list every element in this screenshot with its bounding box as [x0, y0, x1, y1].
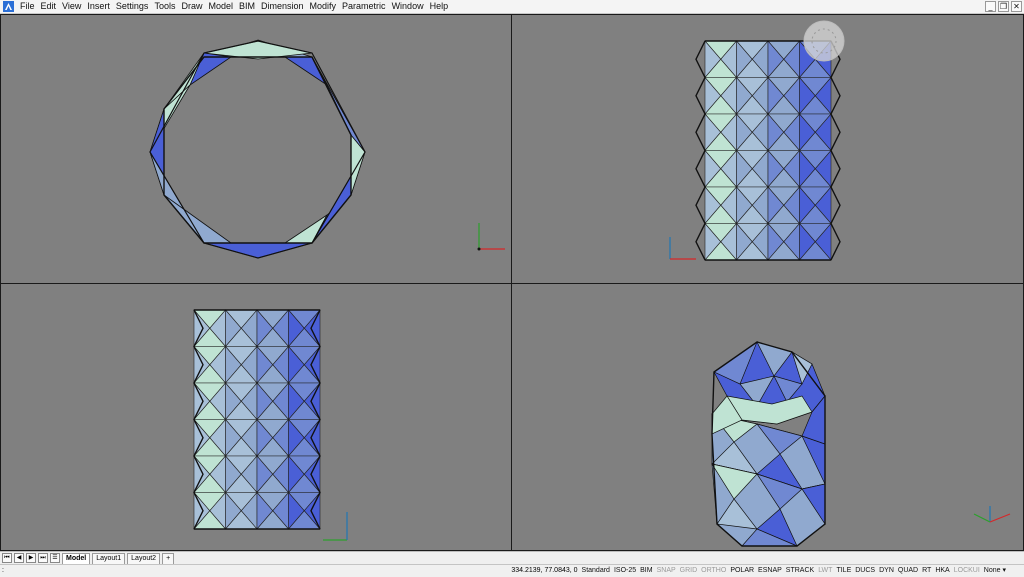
left-view-drawing: [193, 309, 348, 541]
menu-dimension[interactable]: Dimension: [258, 0, 307, 13]
status-toggle-snap[interactable]: SNAP: [657, 565, 676, 577]
menu-insert[interactable]: Insert: [84, 0, 113, 13]
tab-layout1[interactable]: Layout1: [92, 552, 126, 564]
coordinates-readout: 334.2139, 77.0843, 0: [511, 567, 578, 574]
ucs-icon: [973, 506, 1011, 523]
status-bar: : 334.2139, 77.0843, 0 Standard ISO-25 BIM…: [0, 564, 1024, 577]
status-toggle-tile[interactable]: TILE: [836, 565, 851, 577]
first-tab-button[interactable]: ⏮: [2, 553, 12, 563]
next-tab-button[interactable]: ▶: [26, 553, 36, 563]
status-toggle-strack[interactable]: STRACK: [786, 565, 814, 577]
viewport-left[interactable]: [0, 283, 512, 551]
top-view-drawing: [149, 39, 505, 259]
minimize-button[interactable]: _: [985, 1, 996, 12]
close-button[interactable]: ✕: [1011, 1, 1022, 12]
top-outer-outline: [149, 40, 366, 259]
left-mesh: [193, 309, 321, 530]
navigation-wheel-icon[interactable]: [803, 20, 845, 62]
viewport-top[interactable]: [0, 14, 512, 284]
status-toggle-lwt[interactable]: LWT: [818, 565, 832, 577]
status-toggle-standard[interactable]: Standard: [582, 565, 610, 577]
menu-file[interactable]: File: [17, 0, 38, 13]
tab-model[interactable]: Model: [62, 552, 91, 564]
menu-modify[interactable]: Modify: [307, 0, 340, 13]
status-toggle-ortho[interactable]: ORTHO: [701, 565, 726, 577]
drawing-area[interactable]: [0, 14, 1024, 551]
viewport-iso[interactable]: [511, 283, 1024, 551]
status-toggle-esnap[interactable]: ESNAP: [758, 565, 782, 577]
app-logo-icon[interactable]: [3, 1, 14, 12]
menu-help[interactable]: Help: [427, 0, 452, 13]
menu-settings[interactable]: Settings: [113, 0, 152, 13]
status-toggle-bim[interactable]: BIM: [640, 565, 652, 577]
iso-view-drawing: [711, 341, 1011, 547]
tab-layout2[interactable]: Layout2: [127, 552, 161, 564]
prev-tab-button[interactable]: ◀: [14, 553, 24, 563]
menu-draw[interactable]: Draw: [178, 0, 205, 13]
status-toggle-iso25[interactable]: ISO-25: [614, 565, 636, 577]
window-controls: _ ❐ ✕: [985, 0, 1022, 13]
menu-edit[interactable]: Edit: [38, 0, 60, 13]
menu-parametric[interactable]: Parametric: [339, 0, 389, 13]
menu-window[interactable]: Window: [389, 0, 427, 13]
status-toggle-grid[interactable]: GRID: [680, 565, 698, 577]
status-toggle-rt[interactable]: RT: [922, 565, 931, 577]
status-toggles: 334.2139, 77.0843, 0 Standard ISO-25 BIM SN…: [511, 565, 1006, 577]
ucs-icon: [477, 223, 505, 251]
tab-list-button[interactable]: ☰: [50, 553, 60, 563]
restore-button[interactable]: ❐: [998, 1, 1009, 12]
front-mesh: [695, 40, 841, 261]
top-facet: [203, 242, 313, 259]
menu-model[interactable]: Model: [205, 0, 236, 13]
menu-bar: File Edit View Insert Settings Tools Dra…: [0, 0, 1024, 14]
menu-tools[interactable]: Tools: [151, 0, 178, 13]
viewport-front[interactable]: [511, 14, 1024, 284]
mesh-outline: [695, 40, 706, 261]
menu-bim[interactable]: BIM: [236, 0, 258, 13]
status-toggle-dyn[interactable]: DYN: [879, 565, 894, 577]
status-toggle-none[interactable]: None ▾: [984, 565, 1006, 577]
status-toggle-quad[interactable]: QUAD: [898, 565, 918, 577]
ucs-icon: [669, 237, 696, 260]
top-facet: [283, 56, 328, 86]
status-toggle-hka[interactable]: HKA: [935, 565, 949, 577]
last-tab-button[interactable]: ⏭: [38, 553, 48, 563]
front-view-drawing: [669, 20, 845, 261]
status-toggle-ducs[interactable]: DUCS: [855, 565, 875, 577]
status-toggle-polar[interactable]: POLAR: [730, 565, 754, 577]
menu-view[interactable]: View: [59, 0, 84, 13]
mesh-outline: [830, 40, 841, 261]
ucs-icon: [323, 512, 348, 541]
layout-tab-bar: ⏮ ◀ ▶ ⏭ ☰ Model Layout1 Layout2 +: [0, 551, 1024, 564]
add-layout-button[interactable]: +: [162, 552, 175, 564]
command-prompt[interactable]: :: [2, 565, 4, 577]
status-toggle-lockui[interactable]: LOCKUI: [954, 565, 980, 577]
